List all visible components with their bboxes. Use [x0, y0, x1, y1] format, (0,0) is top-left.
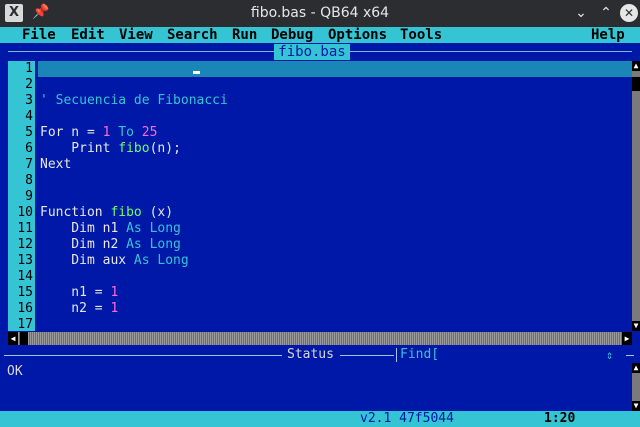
version-label: v2.1 47f5044 — [360, 411, 454, 426]
code-token: Function — [40, 205, 111, 220]
code-token: ' Secuencia de Fibonacci — [40, 93, 228, 108]
scroll-down-arrow-icon[interactable]: ▼ — [632, 321, 640, 331]
window-title: fibo.bas - QB64 x64 — [250, 5, 390, 21]
menu-debug[interactable]: Debug — [271, 27, 313, 43]
line-number: 11 — [17, 221, 33, 236]
line-number: 10 — [17, 205, 33, 220]
line-number: 17 — [17, 317, 33, 332]
code-token: 1 — [110, 301, 119, 316]
code-token: To — [110, 125, 142, 140]
code-token: fibo — [110, 205, 142, 220]
current-line-highlight — [38, 61, 632, 77]
horizontal-scroll-thumb[interactable] — [20, 332, 28, 345]
menu-edit[interactable]: Edit — [71, 27, 105, 43]
code-line[interactable]: Function fibo (x) — [40, 205, 173, 221]
code-token: Dim n2 — [40, 237, 127, 252]
code-token: n2 = — [40, 301, 111, 316]
menu-help[interactable]: Help — [591, 27, 625, 43]
code-line[interactable]: ' Secuencia de Fibonacci — [40, 93, 228, 109]
vertical-scroll-thumb[interactable] — [632, 77, 640, 91]
code-line[interactable]: Dim aux As Long — [40, 253, 189, 269]
code-token: (n); — [149, 141, 181, 156]
line-number: 9 — [25, 189, 33, 204]
code-token: n1 = — [40, 285, 111, 300]
code-token: For — [40, 125, 64, 140]
status-output-text: OK — [7, 364, 23, 379]
menu-tools[interactable]: Tools — [400, 27, 442, 43]
editor-horizontal-scrollbar[interactable]: ◀ ▶ — [8, 332, 632, 345]
output-scroll-up-arrow-icon[interactable]: ▲ — [632, 363, 640, 373]
code-token: (x) — [141, 205, 174, 220]
code-token: Print — [40, 141, 119, 156]
code-token: As Long — [126, 221, 181, 236]
line-number: 1 — [25, 61, 33, 76]
code-line[interactable]: Dim n2 As Long — [40, 237, 181, 253]
line-number: 12 — [17, 237, 33, 252]
menu-view[interactable]: View — [119, 27, 153, 43]
editor-vertical-scrollbar[interactable]: ▲ ▼ — [632, 61, 640, 331]
line-number: 7 — [25, 157, 33, 172]
find-arrows-icon[interactable]: ⇕ — [606, 347, 613, 363]
status-label: Status — [287, 347, 334, 362]
code-token: fibo — [118, 141, 150, 156]
code-token: As Long — [133, 253, 189, 268]
code-token: Dim aux — [40, 253, 134, 268]
file-tab[interactable]: fibo.bas — [274, 44, 350, 60]
status-rule-right — [340, 355, 394, 356]
code-token: n = — [63, 125, 103, 140]
scroll-left-arrow-icon[interactable]: ◀ — [8, 332, 18, 345]
line-number: 13 — [17, 253, 33, 268]
code-token: Dim n1 — [40, 221, 127, 236]
line-number: 15 — [17, 285, 33, 300]
menu-run[interactable]: Run — [232, 27, 257, 43]
code-token: 25 — [141, 125, 158, 140]
line-number: 2 — [25, 77, 33, 92]
code-line[interactable]: n2 = 1 — [40, 301, 118, 317]
menu-options[interactable]: Options — [328, 27, 387, 43]
scroll-right-arrow-icon[interactable]: ▶ — [622, 332, 632, 345]
output-scroll-down-arrow-icon[interactable]: ▼ — [632, 401, 640, 411]
line-number: 14 — [17, 269, 33, 284]
line-number: 3 — [25, 93, 33, 108]
maximize-icon[interactable]: ⌃ — [596, 3, 616, 23]
menu-file[interactable]: File — [22, 27, 56, 43]
menu-search[interactable]: Search — [167, 27, 218, 43]
code-line[interactable]: Dim n1 As Long — [40, 221, 181, 237]
cursor-position: 1:20 — [544, 411, 576, 426]
status-rule-end — [626, 355, 634, 356]
text-cursor — [193, 71, 200, 74]
gutter-separator — [35, 61, 38, 331]
output-vertical-scrollbar[interactable]: ▲ ▼ — [632, 363, 640, 411]
code-line[interactable]: Next — [40, 157, 71, 173]
line-number: 6 — [25, 141, 33, 156]
scroll-up-arrow-icon[interactable]: ▲ — [632, 61, 640, 71]
line-number: 16 — [17, 301, 33, 316]
code-token: As Long — [126, 237, 181, 252]
code-line[interactable]: Print fibo(n); — [40, 141, 181, 157]
output-pane — [0, 363, 640, 411]
line-number: 5 — [25, 125, 33, 140]
code-token: Next — [40, 157, 72, 172]
close-icon[interactable]: ✕ — [620, 4, 638, 22]
line-number: 4 — [25, 109, 33, 124]
line-number: 8 — [25, 173, 33, 188]
menu-bar: File Edit View Search Run Debug Options … — [0, 27, 640, 43]
window-titlebar: X 📌 fibo.bas - QB64 x64 ⌄ ⌃ ✕ — [0, 0, 640, 27]
code-token: 1 — [110, 285, 119, 300]
minimize-icon[interactable]: ⌄ — [571, 3, 591, 23]
code-line[interactable]: For n = 1 To 25 — [40, 125, 157, 141]
find-label[interactable]: Find[ — [400, 347, 439, 363]
status-rule-left — [4, 355, 282, 356]
code-line[interactable]: n1 = 1 — [40, 285, 118, 301]
